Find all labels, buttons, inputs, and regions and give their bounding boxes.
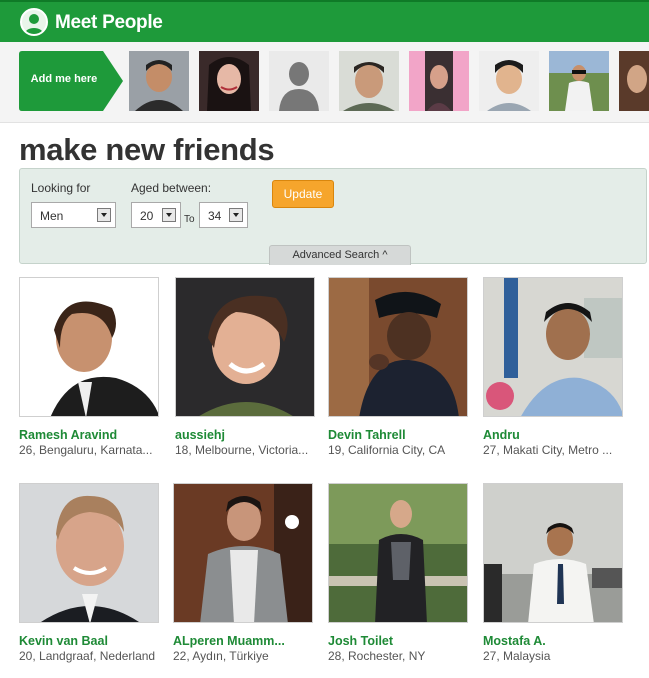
- chevron-down-icon: [97, 208, 111, 222]
- looking-for-label: Looking for: [31, 181, 91, 195]
- profile-card[interactable]: ALperen Muamm... 22, Aydın, Türkiye: [173, 483, 313, 663]
- aged-between-label: Aged between:: [131, 181, 212, 195]
- member-thumbnail[interactable]: [619, 51, 649, 111]
- profile-name[interactable]: Josh Toilet: [328, 634, 468, 648]
- profile-name[interactable]: Kevin van Baal: [19, 634, 159, 648]
- profile-photo[interactable]: [483, 277, 623, 417]
- add-me-here-button[interactable]: Add me here: [19, 51, 123, 111]
- top-bar: Meet People: [0, 0, 649, 49]
- profile-info: 28, Rochester, NY: [328, 649, 426, 663]
- profile-info: 19, California City, CA: [328, 443, 446, 457]
- member-thumbnail[interactable]: [479, 51, 539, 111]
- profile-info: 18, Melbourne, Victoria...: [175, 443, 309, 457]
- age-to-value: 34: [208, 209, 222, 223]
- member-thumbnail[interactable]: [199, 51, 259, 111]
- age-from-select[interactable]: 20: [131, 202, 181, 228]
- profile-photo[interactable]: [19, 277, 159, 417]
- profile-photo[interactable]: [328, 483, 468, 623]
- looking-for-value: Men: [40, 209, 64, 223]
- profile-name[interactable]: ALperen Muamm...: [173, 634, 313, 648]
- profile-card[interactable]: Mostafa A. 27, Malaysia: [483, 483, 623, 663]
- member-thumbnail-placeholder[interactable]: [269, 51, 329, 111]
- search-filter-panel: Looking for Men Aged between: 20 To 34 U…: [19, 168, 647, 265]
- profile-photo[interactable]: [175, 277, 315, 417]
- chevron-down-icon: [162, 208, 176, 222]
- profile-card[interactable]: Ramesh Aravind 26, Bengaluru, Karnata...: [19, 277, 159, 457]
- add-me-label: Add me here: [30, 73, 98, 85]
- member-thumbnail[interactable]: [549, 51, 609, 111]
- looking-for-select[interactable]: Men: [31, 202, 116, 228]
- profile-photo[interactable]: [328, 277, 468, 417]
- profile-name[interactable]: Devin Tahrell: [328, 428, 468, 442]
- chevron-down-icon: [229, 208, 243, 222]
- profile-info: 26, Bengaluru, Karnata...: [19, 443, 153, 457]
- update-button[interactable]: Update: [272, 180, 334, 208]
- profile-name[interactable]: aussiehj: [175, 428, 315, 442]
- age-to-select[interactable]: 34: [199, 202, 248, 228]
- age-from-value: 20: [140, 209, 154, 223]
- member-strip: Add me here: [0, 42, 649, 123]
- profile-info: 27, Malaysia: [483, 649, 551, 663]
- profile-info: 20, Landgraaf, Nederland: [19, 649, 156, 663]
- profile-card[interactable]: Josh Toilet 28, Rochester, NY: [328, 483, 468, 663]
- profile-card[interactable]: Devin Tahrell 19, California City, CA: [328, 277, 468, 457]
- profile-photo[interactable]: [173, 483, 313, 623]
- member-thumbnail[interactable]: [409, 51, 469, 111]
- profile-photo[interactable]: [19, 483, 159, 623]
- profile-card[interactable]: aussiehj 18, Melbourne, Victoria...: [175, 277, 315, 457]
- profile-card[interactable]: Andru 27, Makati City, Metro ...: [483, 277, 623, 457]
- profile-name[interactable]: Ramesh Aravind: [19, 428, 159, 442]
- profile-photo[interactable]: [483, 483, 623, 623]
- page-heading: make new friends: [19, 132, 275, 167]
- app-title[interactable]: Meet People: [55, 12, 163, 34]
- profile-name[interactable]: Mostafa A.: [483, 634, 623, 648]
- profile-info: 22, Aydın, Türkiye: [173, 649, 269, 663]
- profile-name[interactable]: Andru: [483, 428, 623, 442]
- profile-card[interactable]: Kevin van Baal 20, Landgraaf, Nederland: [19, 483, 159, 663]
- advanced-search-toggle[interactable]: Advanced Search ^: [269, 245, 411, 265]
- people-logo-icon[interactable]: [20, 8, 48, 36]
- member-thumbnail[interactable]: [339, 51, 399, 111]
- to-label: To: [184, 214, 195, 225]
- member-thumbnail[interactable]: [129, 51, 189, 111]
- profile-info: 27, Makati City, Metro ...: [483, 443, 613, 457]
